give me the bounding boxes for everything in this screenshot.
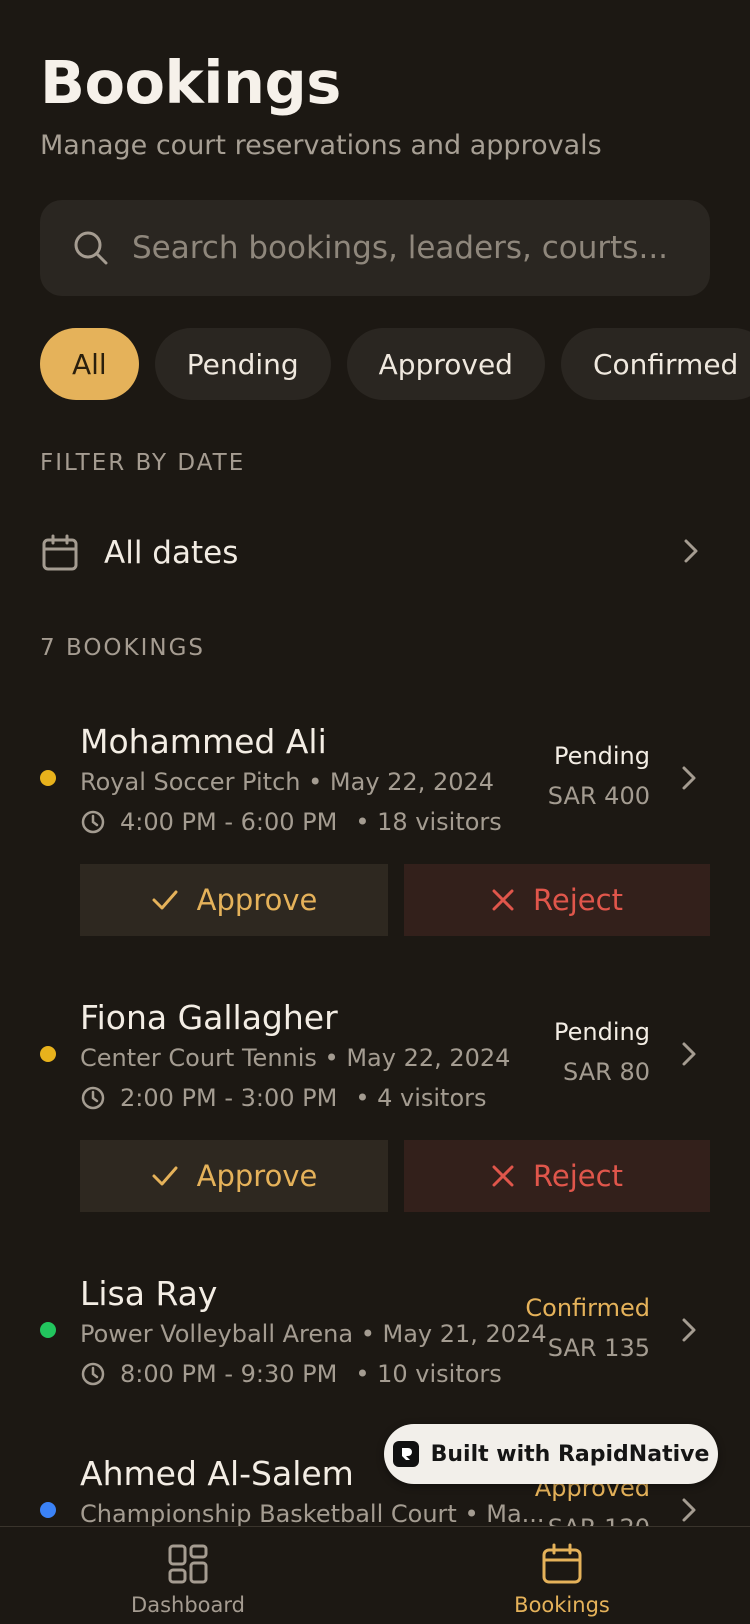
chevron-right-icon[interactable] [680, 764, 698, 796]
calendar-icon [542, 1543, 582, 1584]
status-dot [40, 1046, 56, 1062]
tab-dashboard-label: Dashboard [131, 1593, 245, 1617]
approve-button[interactable]: Approve [80, 864, 388, 936]
booking-price: SAR 80 [563, 1058, 650, 1086]
booking-status: Pending [554, 1018, 650, 1046]
tab-bookings[interactable]: Bookings [462, 1543, 662, 1617]
chevron-right-icon[interactable] [680, 1496, 698, 1528]
booking-leader-name: Mohammed Ali [80, 722, 327, 761]
badge-label: Built with RapidNative [430, 1441, 710, 1467]
close-icon [492, 889, 514, 911]
booking-visitors: • 4 visitors [355, 1084, 487, 1112]
status-filter-chips: All Pending Approved Confirmed [40, 328, 750, 400]
booking-time: 4:00 PM - 6:00 PM • 18 visitors [80, 808, 502, 836]
tab-bookings-label: Bookings [514, 1593, 610, 1617]
clock-icon [80, 1361, 106, 1387]
reject-label: Reject [533, 883, 623, 917]
close-icon [492, 1165, 514, 1187]
chip-all[interactable]: All [40, 328, 139, 400]
calendar-icon [40, 533, 80, 573]
booking-details: Center Court Tennis • May 22, 2024 [80, 1044, 511, 1072]
chevron-right-icon [682, 537, 700, 569]
check-icon [152, 890, 178, 910]
date-filter-label: FILTER BY DATE [40, 450, 246, 476]
booking-details: Power Volleyball Arena • May 21, 2024 [80, 1320, 547, 1348]
search-input[interactable]: Search bookings, leaders, courts... [40, 200, 710, 296]
booking-time: 8:00 PM - 9:30 PM • 10 visitors [80, 1360, 502, 1388]
dashboard-icon [168, 1544, 208, 1584]
search-icon [72, 229, 110, 267]
booking-time-range: 2:00 PM - 3:00 PM [120, 1084, 338, 1112]
approve-label: Approve [196, 883, 318, 917]
booking-price: SAR 400 [547, 782, 650, 810]
rapidnative-logo-icon [392, 1441, 419, 1467]
rapidnative-badge[interactable]: Built with RapidNative [384, 1424, 718, 1484]
reject-button[interactable]: Reject [404, 864, 710, 936]
chip-approved[interactable]: Approved [346, 328, 545, 400]
booking-leader-name: Fiona Gallagher [80, 998, 338, 1037]
status-dot [40, 1322, 56, 1338]
page-subtitle: Manage court reservations and approvals [40, 130, 602, 161]
booking-status: Pending [554, 742, 650, 770]
booking-details: Royal Soccer Pitch • May 22, 2024 [80, 768, 495, 796]
approve-label: Approve [196, 1159, 318, 1193]
page-title: Bookings [40, 48, 341, 117]
booking-leader-name: Lisa Ray [80, 1274, 218, 1313]
status-dot [40, 770, 56, 786]
chip-confirmed[interactable]: Confirmed [560, 328, 750, 400]
check-icon [152, 1166, 178, 1186]
bottom-tab-bar: Dashboard Bookings [0, 1526, 750, 1624]
booking-leader-name: Ahmed Al-Salem [80, 1454, 354, 1493]
booking-visitors: • 18 visitors [355, 808, 502, 836]
chevron-right-icon[interactable] [680, 1040, 698, 1072]
date-filter-row[interactable]: All dates [40, 510, 710, 596]
reject-label: Reject [533, 1159, 623, 1193]
bookings-screen: Bookings Manage court reservations and a… [0, 0, 750, 1624]
booking-visitors: • 10 visitors [355, 1360, 502, 1388]
approve-button[interactable]: Approve [80, 1140, 388, 1212]
clock-icon [80, 1085, 106, 1111]
booking-time-range: 8:00 PM - 9:30 PM [120, 1360, 338, 1388]
booking-time-range: 4:00 PM - 6:00 PM [120, 808, 338, 836]
date-filter-value: All dates [104, 535, 239, 571]
bookings-count: 7 BOOKINGS [40, 635, 206, 661]
clock-icon [80, 809, 106, 835]
booking-details: Championship Basketball Court • Ma... [80, 1500, 545, 1528]
booking-time: 2:00 PM - 3:00 PM • 4 visitors [80, 1084, 487, 1112]
search-placeholder: Search bookings, leaders, courts... [132, 230, 669, 266]
chip-pending[interactable]: Pending [154, 328, 331, 400]
booking-status: Confirmed [525, 1294, 650, 1322]
status-dot [40, 1502, 56, 1518]
chevron-right-icon[interactable] [680, 1316, 698, 1348]
booking-price: SAR 135 [547, 1334, 650, 1362]
reject-button[interactable]: Reject [404, 1140, 710, 1212]
tab-dashboard[interactable]: Dashboard [88, 1543, 288, 1617]
